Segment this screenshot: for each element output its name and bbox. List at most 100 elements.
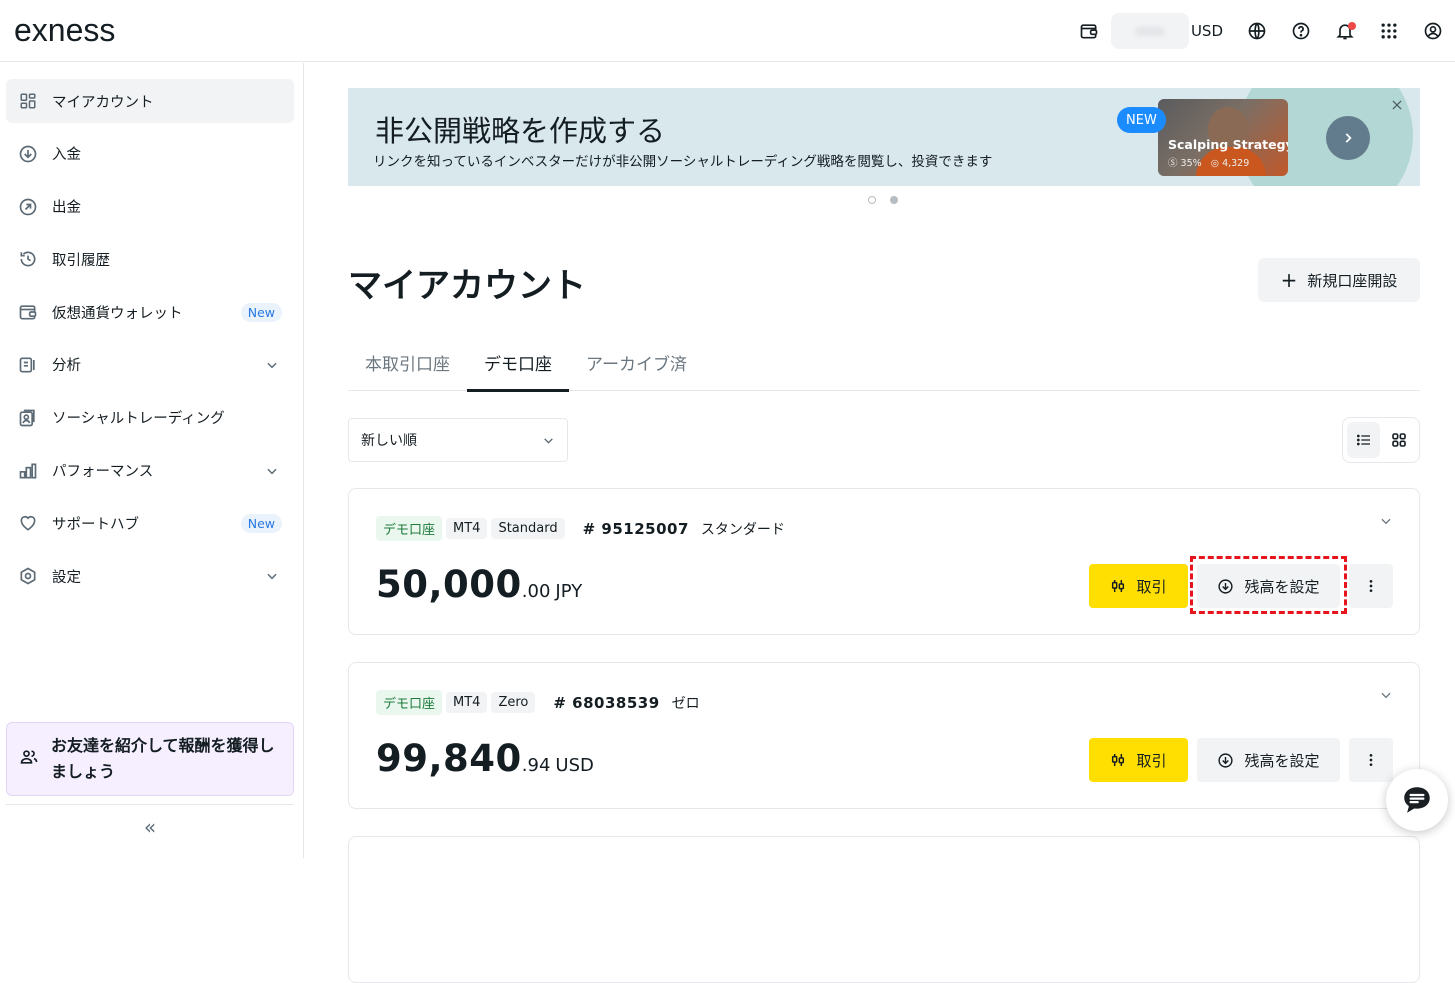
balance-hidden[interactable] — [1110, 13, 1189, 49]
banner-subtitle: リンクを知っているインベスターだけが非公開ソーシャルトレーディング戦略を閲覧し、… — [373, 154, 993, 170]
sidebar-item-analytics[interactable]: 分析 — [6, 343, 294, 387]
help-icon[interactable] — [1279, 9, 1323, 53]
sidebar-item-settings[interactable]: 設定 — [6, 554, 294, 598]
users-icon — [19, 747, 39, 771]
account-balance: 99,840 .94 USD — [376, 737, 594, 780]
more-vertical-icon — [1369, 754, 1373, 766]
sidebar-item-my-account[interactable]: マイアカウント — [6, 79, 294, 123]
candlestick-icon — [1110, 752, 1126, 768]
close-icon[interactable] — [1389, 97, 1405, 113]
page-title: マイアカウント — [348, 266, 586, 306]
sort-select[interactable]: 新しい順 — [348, 418, 568, 462]
settings-icon — [18, 566, 38, 586]
sidebar-item-label: パフォーマンス — [52, 464, 154, 481]
more-options-button[interactable] — [1349, 564, 1393, 608]
tab-real-accounts[interactable]: 本取引口座 — [348, 333, 467, 391]
analytics-icon — [18, 355, 38, 375]
banner-next-button[interactable] — [1326, 116, 1370, 160]
demo-tag: デモ口座 — [376, 690, 443, 715]
account-tags: デモ口座 MT4 Standard # 95125007 スタンダード — [376, 516, 785, 541]
trade-button[interactable]: 取引 — [1089, 564, 1188, 608]
exness-logo[interactable]: exness — [14, 12, 115, 49]
performance-icon — [18, 461, 38, 481]
chevron-down-icon[interactable] — [1376, 511, 1396, 531]
referral-banner[interactable]: お友達を紹介して報酬を獲得しましょう — [6, 722, 294, 796]
more-options-button[interactable] — [1349, 738, 1393, 782]
new-account-button[interactable]: + 新規口座開設 — [1258, 258, 1420, 302]
sidebar: マイアカウント 入金 出金 取引履歴 仮想通貨ウォレット New 分析 ソーシャ… — [0, 63, 304, 858]
account-type-tag: Standard — [491, 518, 565, 539]
chat-button[interactable] — [1386, 769, 1448, 831]
platform-tag: MT4 — [446, 518, 488, 539]
dollar-icon: Ⓢ — [1168, 158, 1178, 169]
carousel-dot[interactable] — [868, 196, 876, 204]
carousel-dots — [868, 196, 898, 204]
view-toggle — [1342, 417, 1420, 463]
sidebar-item-label: マイアカウント — [52, 94, 154, 111]
sidebar-item-performance[interactable]: パフォーマンス — [6, 449, 294, 493]
set-balance-button[interactable]: 残高を設定 — [1197, 564, 1340, 608]
account-type-name: スタンダード — [700, 521, 785, 538]
globe-icon[interactable] — [1235, 9, 1279, 53]
sidebar-item-label: 仮想通貨ウォレット — [52, 305, 183, 322]
download-circle-icon — [1217, 578, 1234, 595]
sidebar-item-trade-history[interactable]: 取引履歴 — [6, 237, 294, 281]
investors-icon: ◎ — [1210, 158, 1220, 169]
more-vertical-icon — [1369, 580, 1373, 592]
chevron-down-icon[interactable] — [262, 355, 282, 375]
sidebar-item-support-hub[interactable]: サポートハブ New — [6, 501, 294, 545]
crypto-wallet-icon — [18, 302, 38, 322]
collapse-sidebar-icon[interactable]: « — [138, 815, 162, 839]
list-view-button[interactable] — [1347, 422, 1380, 458]
tab-archived[interactable]: アーカイブ済 — [569, 333, 704, 391]
sidebar-item-label: 出金 — [52, 200, 81, 217]
sidebar-item-label: ソーシャルトレーディング — [52, 411, 225, 428]
account-balance: 50,000 .00 JPY — [376, 563, 582, 606]
new-badge: New — [240, 302, 282, 322]
sidebar-item-label: 設定 — [52, 569, 81, 586]
sidebar-item-label: 取引履歴 — [52, 252, 110, 269]
profile-icon[interactable] — [1411, 9, 1455, 53]
sidebar-item-label: 入金 — [52, 147, 81, 164]
sort-value: 新しい順 — [361, 433, 417, 449]
apps-grid-icon[interactable] — [1367, 9, 1411, 53]
sidebar-item-crypto-wallet[interactable]: 仮想通貨ウォレット New — [6, 290, 294, 334]
chevron-down-icon[interactable] — [1376, 685, 1396, 705]
promo-banner[interactable]: 非公開戦略を作成する リンクを知っているインベスターだけが非公開ソーシャルトレー… — [348, 88, 1420, 186]
heart-icon — [18, 513, 38, 533]
balance-integer: 50,000 — [376, 563, 522, 606]
balance-currency: JPY — [555, 581, 583, 602]
strategy-card-stats: Ⓢ 35% ◎ 4,329 — [1168, 155, 1249, 169]
set-balance-label: 残高を設定 — [1244, 751, 1320, 770]
account-card — [348, 836, 1420, 983]
account-tags: デモ口座 MT4 Zero # 68038539 ゼロ — [376, 690, 700, 715]
balance-decimal: .00 — [521, 581, 551, 602]
sidebar-item-deposit[interactable]: 入金 — [6, 132, 294, 176]
account-number: # 95125007 — [582, 519, 689, 538]
referral-text: お友達を紹介して報酬を獲得しましょう — [51, 736, 275, 781]
platform-tag: MT4 — [446, 692, 488, 713]
sidebar-item-social-trading[interactable]: ソーシャルトレーディング — [6, 396, 294, 440]
strategy-return: 35% — [1180, 158, 1202, 169]
sidebar-divider — [6, 804, 294, 805]
tab-demo-accounts[interactable]: デモ口座 — [467, 333, 569, 392]
deposit-icon — [18, 144, 38, 164]
notification-dot — [1348, 22, 1356, 30]
chevron-down-icon[interactable] — [262, 566, 282, 586]
sidebar-item-label: 分析 — [52, 358, 81, 375]
sidebar-item-withdraw[interactable]: 出金 — [6, 185, 294, 229]
trade-button[interactable]: 取引 — [1089, 738, 1188, 782]
strategy-card-title: Scalping Strategy — [1168, 137, 1288, 152]
bell-icon[interactable] — [1323, 9, 1367, 53]
wallet-icon[interactable] — [1067, 9, 1111, 53]
chevron-down-icon[interactable] — [262, 461, 282, 481]
chat-icon — [1404, 787, 1430, 813]
grid-view-button[interactable] — [1382, 422, 1415, 458]
balance-decimal: .94 — [521, 755, 551, 776]
chevron-right-icon — [1345, 133, 1352, 143]
set-balance-button[interactable]: 残高を設定 — [1197, 738, 1340, 782]
carousel-dot-active[interactable] — [890, 196, 898, 204]
balance-integer: 99,840 — [376, 737, 522, 780]
header-currency[interactable]: USD — [1191, 22, 1223, 40]
account-type-name: ゼロ — [671, 695, 700, 712]
